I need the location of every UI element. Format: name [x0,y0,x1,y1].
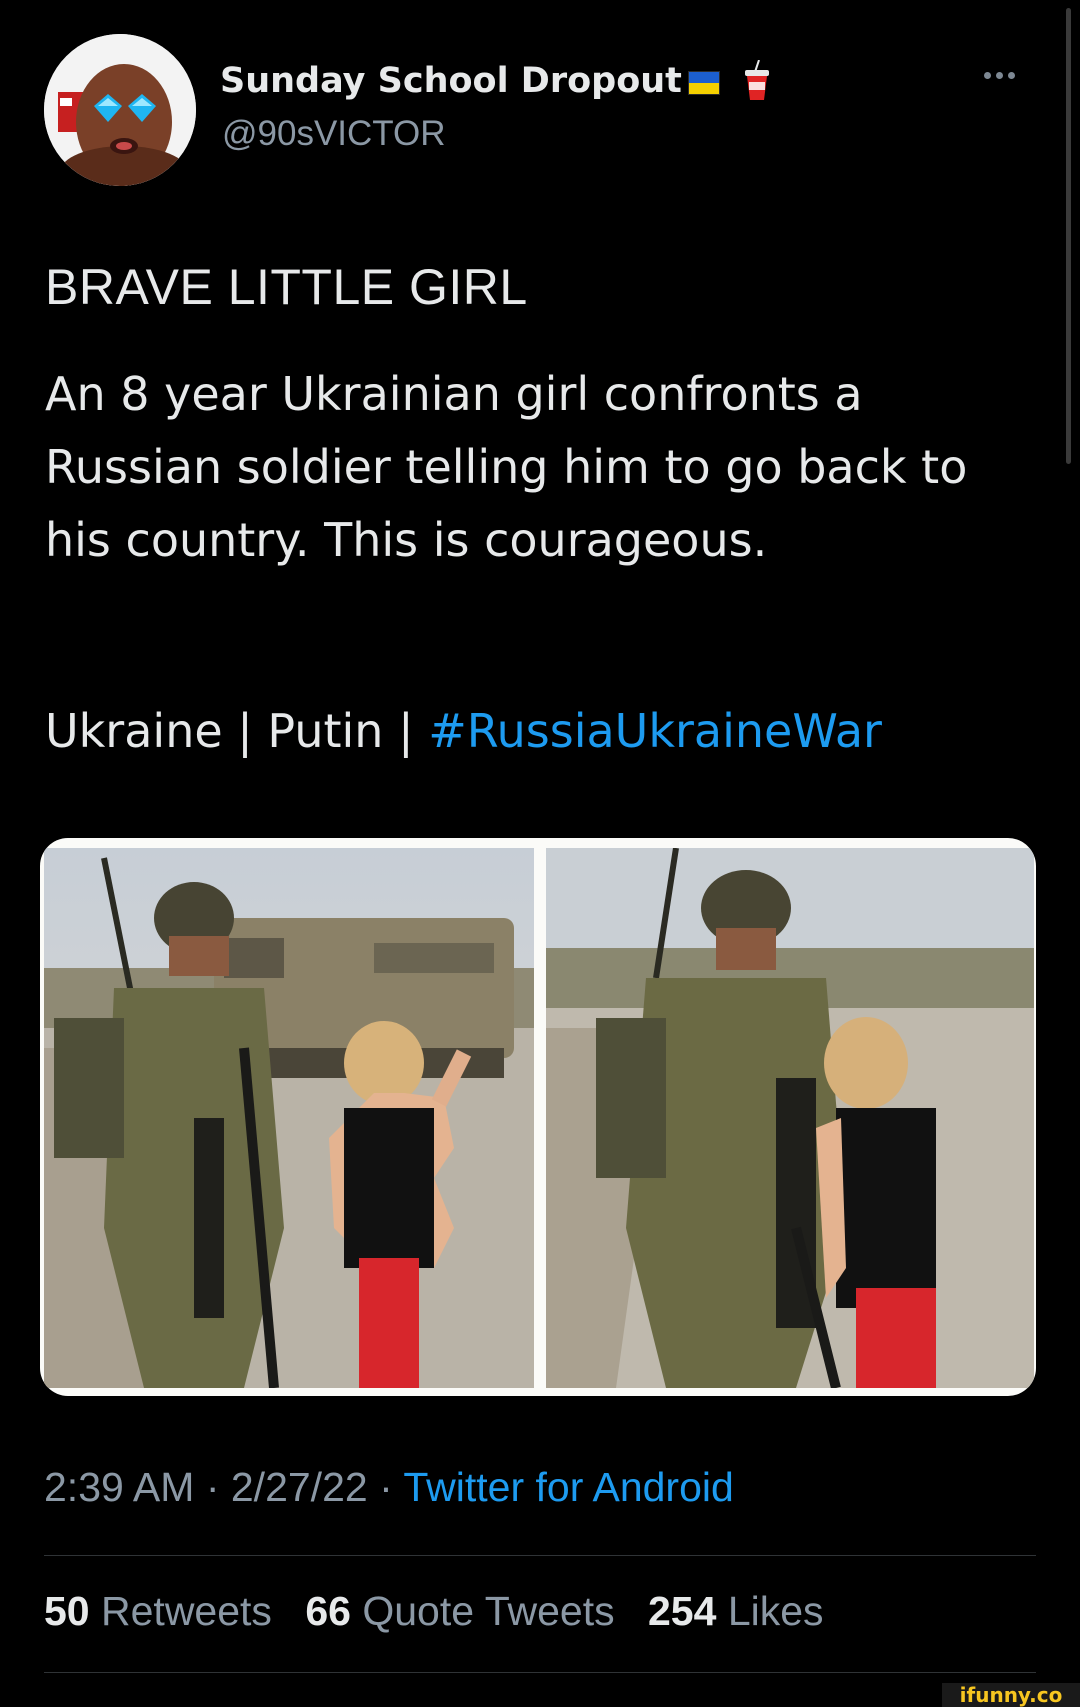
tweet-headline: BRAVE LITTLE GIRL [45,259,528,315]
tweet-source-link[interactable]: Twitter for Android [403,1464,733,1510]
media-photo-1[interactable] [44,848,534,1388]
avatar-image [44,34,196,186]
more-options-icon[interactable] [984,72,1015,79]
divider-top [44,1555,1036,1556]
author-handle[interactable]: @90sVICTOR [222,114,446,154]
tweet-media[interactable] [40,838,1036,1396]
ifunny-watermark: ifunny.co [942,1683,1080,1707]
tweet-stats: 50 Retweets 66 Quote Tweets 254 Likes [44,1588,846,1635]
tweet-tags-line: Ukraine | Putin | #RussiaUkraineWar [45,704,882,758]
ukraine-flag-icon [687,71,720,95]
author-display-name[interactable]: Sunday School Dropout [220,61,682,101]
hashtag-link[interactable]: #RussiaUkraineWar [428,704,882,758]
tweet-time[interactable]: 2:39 AM [44,1464,194,1510]
avatar[interactable] [44,34,196,186]
tags-prefix: Ukraine | Putin | [45,704,429,758]
quotes-label: Quote Tweets [362,1588,615,1634]
likes-count: 254 [648,1588,717,1634]
author-name-row: Sunday School Dropout [220,56,770,106]
tweet-date[interactable]: 2/27/22 [231,1464,368,1510]
quotes-count: 66 [305,1588,351,1634]
likes-stat[interactable]: 254 Likes [648,1588,824,1634]
scrollbar[interactable] [1066,8,1071,464]
tweet-meta: 2:39 AM · 2/27/22 · Twitter for Android [44,1464,734,1511]
tweet-body: An 8 year Ukrainian girl confronts a Rus… [45,367,968,567]
retweets-stat[interactable]: 50 Retweets [44,1588,272,1634]
tweet-page: Sunday School Dropout @90sVICTOR BRAVE L… [0,0,1080,1707]
divider-bottom [44,1672,1036,1673]
retweets-count: 50 [44,1588,90,1634]
media-photo-2[interactable] [546,848,1034,1388]
quote-tweets-stat[interactable]: 66 Quote Tweets [305,1588,614,1634]
retweets-label: Retweets [101,1588,272,1634]
meta-separator-2: · [367,1464,404,1510]
cup-with-straw-icon [744,59,770,106]
meta-separator-1: · [194,1464,231,1510]
likes-label: Likes [727,1588,824,1634]
